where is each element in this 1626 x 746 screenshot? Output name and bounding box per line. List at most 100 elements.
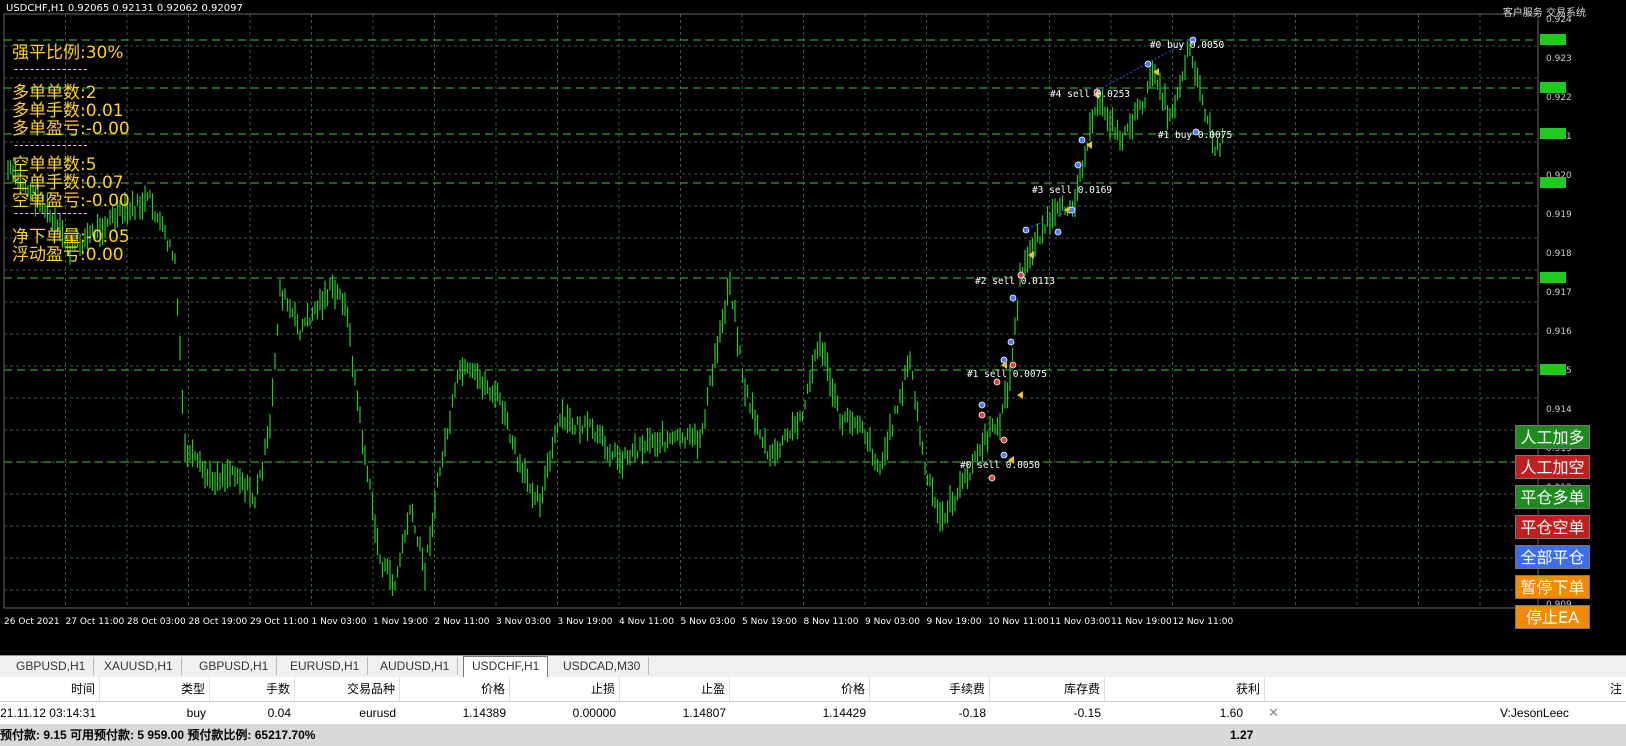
cell-commission: -0.18 [958, 706, 986, 720]
col-comment[interactable]: 注 [1265, 677, 1626, 701]
x-axis-label: 28 Oct 19:00 [189, 617, 248, 627]
x-axis-label: 26 Oct 2021 [4, 617, 60, 627]
chart-border [3, 13, 1539, 609]
level-price-badge [1540, 272, 1566, 283]
y-axis-label: 0.918 [1546, 249, 1572, 259]
order-label: #0 sell 0.0050 [960, 460, 1040, 471]
order-marker [1007, 338, 1015, 346]
col-volume[interactable]: 手数 [210, 677, 295, 701]
y-axis-label: 0.922 [1546, 93, 1572, 103]
x-axis-label: 1 Nov 03:00 [312, 617, 367, 627]
col-type[interactable]: 类型 [100, 677, 210, 701]
level-price-badge [1540, 82, 1566, 93]
close-position-icon[interactable]: ✕ [1268, 702, 1279, 724]
ea-info-line-1: -------------- [14, 62, 89, 76]
tab-usdchf-h1[interactable]: USDCHF,H1 [463, 656, 549, 677]
y-axis-label: 0.919 [1546, 210, 1572, 220]
x-axis-label: 5 Nov 19:00 [742, 617, 797, 627]
order-marker [1009, 361, 1017, 369]
cell-swap: -0.15 [1073, 706, 1101, 720]
x-axis-label: 12 Nov 11:00 [1173, 617, 1234, 627]
ea-info-line-0: 强平比例:30% [12, 43, 124, 63]
close-short-button[interactable]: 平仓空单 [1515, 515, 1590, 539]
col-current-price[interactable]: 价格 [730, 677, 870, 701]
col-swap[interactable]: 库存费 [990, 677, 1105, 701]
x-axis-label: 9 Nov 03:00 [865, 617, 920, 627]
y-axis-label: 0.917 [1546, 288, 1572, 298]
order-marker [988, 474, 996, 482]
x-axis-label: 3 Nov 03:00 [496, 617, 551, 627]
level-price-badge [1540, 128, 1566, 139]
order-marker [978, 411, 986, 419]
level-price-badge [1540, 177, 1566, 188]
close-all-button[interactable]: 全部平仓 [1515, 545, 1590, 569]
order-marker [1000, 451, 1008, 459]
order-marker [978, 401, 986, 409]
order-marker [1000, 436, 1008, 444]
order-label: #3 sell 0.0169 [1032, 185, 1112, 196]
table-row[interactable]: 21.11.12 03:14:31 buy 0.04 eurusd 1.1438… [0, 702, 1626, 724]
ea-info-line-9: -------------- [14, 206, 89, 220]
chart-symbol-header: USDCHF,H1 0.92065 0.92131 0.92062 0.9209… [6, 3, 243, 14]
order-label: #2 sell 0.0113 [975, 276, 1055, 287]
ea-info-line-11: 浮动盈亏:0.00 [12, 245, 124, 265]
total-profit: 1.27 [1230, 728, 1254, 742]
trade-table-header: 时间 类型 手数 交易品种 价格 止损 止盈 价格 手续费 库存费 获利 注 [0, 677, 1626, 702]
x-axis-label: 8 Nov 11:00 [804, 617, 859, 627]
order-marker [1074, 161, 1082, 169]
x-axis-label: 9 Nov 19:00 [927, 617, 982, 627]
tab-eurusd-h1[interactable]: EURUSD,H1 [282, 657, 369, 675]
chart-tabs: GBPUSD,H1 XAUUSD,H1 GBPUSD,H1 EURUSD,H1 … [0, 655, 1626, 677]
account-margin-info: 预付款: 9.15 可用预付款: 5 959.00 预付款比例: 65217.7… [0, 728, 316, 742]
order-label: #1 buy 0.0075 [1158, 130, 1232, 141]
x-axis-label: 27 Oct 11:00 [66, 617, 125, 627]
cell-take-profit: 1.14807 [682, 706, 726, 720]
order-arrow [1153, 68, 1159, 76]
x-axis-label: 28 Oct 03:00 [127, 617, 186, 627]
x-axis-label: 11 Nov 03:00 [1050, 617, 1111, 627]
cell-stop-loss: 0.00000 [572, 706, 616, 720]
close-long-button[interactable]: 平仓多单 [1515, 485, 1590, 509]
stop-ea-button[interactable]: 停止EA [1515, 605, 1590, 629]
chart-top-right-label: 客户服务 交易系统 [1502, 8, 1586, 19]
chart-canvas: 0.9240.9230.9220.9210.9200.9190.9180.917… [3, 13, 1572, 627]
order-marker [1078, 136, 1086, 144]
x-axis-label: 29 Oct 11:00 [250, 617, 309, 627]
order-label: #4 sell 0.0253 [1050, 89, 1130, 100]
cell-type: buy [186, 706, 206, 720]
tab-gbpusd-h1-2[interactable]: GBPUSD,H1 [191, 657, 278, 675]
ea-info-line-4: 多单盈亏:-0.00 [12, 119, 130, 139]
x-axis-label: 2 Nov 11:00 [435, 617, 490, 627]
tab-usdcad-m30[interactable]: USDCAD,M30 [555, 657, 650, 675]
x-axis-label: 3 Nov 19:00 [558, 617, 613, 627]
tab-xauusd-h1[interactable]: XAUUSD,H1 [96, 657, 182, 675]
col-time[interactable]: 时间 [0, 677, 100, 701]
x-axis-label: 1 Nov 19:00 [373, 617, 428, 627]
manual-add-long-button[interactable]: 人工加多 [1515, 425, 1590, 449]
col-commission[interactable]: 手续费 [870, 677, 990, 701]
price-chart[interactable]: 0.9240.9230.9220.9210.9200.9190.9180.917… [0, 0, 1626, 655]
col-stop-loss[interactable]: 止损 [510, 677, 620, 701]
order-marker [1144, 60, 1152, 68]
col-take-profit[interactable]: 止盈 [620, 677, 730, 701]
tab-gbpusd-h1-1[interactable]: GBPUSD,H1 [8, 657, 95, 675]
order-label: #1 sell 0.0075 [967, 369, 1047, 380]
account-status-bar: 预付款: 9.15 可用预付款: 5 959.00 预付款比例: 65217.7… [0, 724, 1626, 746]
cell-symbol: eurusd [359, 706, 396, 720]
tab-audusd-h1[interactable]: AUDUSD,H1 [372, 657, 459, 675]
col-price[interactable]: 价格 [400, 677, 510, 701]
col-symbol[interactable]: 交易品种 [295, 677, 400, 701]
level-price-badge [1540, 364, 1566, 375]
pause-orders-button[interactable]: 暂停下单 [1515, 575, 1590, 599]
order-label: #0 buy 0.0050 [1150, 40, 1225, 51]
x-axis-label: 4 Nov 11:00 [619, 617, 674, 627]
x-axis-label: 5 Nov 03:00 [681, 617, 736, 627]
col-profit[interactable]: 获利 [1105, 677, 1265, 701]
level-price-badge [1540, 34, 1566, 45]
cell-comment: V:JesonLeec [1500, 706, 1569, 720]
order-marker [1009, 294, 1017, 302]
cell-time: 21.11.12 03:14:31 [0, 706, 96, 720]
manual-add-short-button[interactable]: 人工加空 [1515, 455, 1590, 479]
y-axis-label: 0.914 [1546, 405, 1572, 415]
x-axis-label: 11 Nov 19:00 [1111, 617, 1172, 627]
